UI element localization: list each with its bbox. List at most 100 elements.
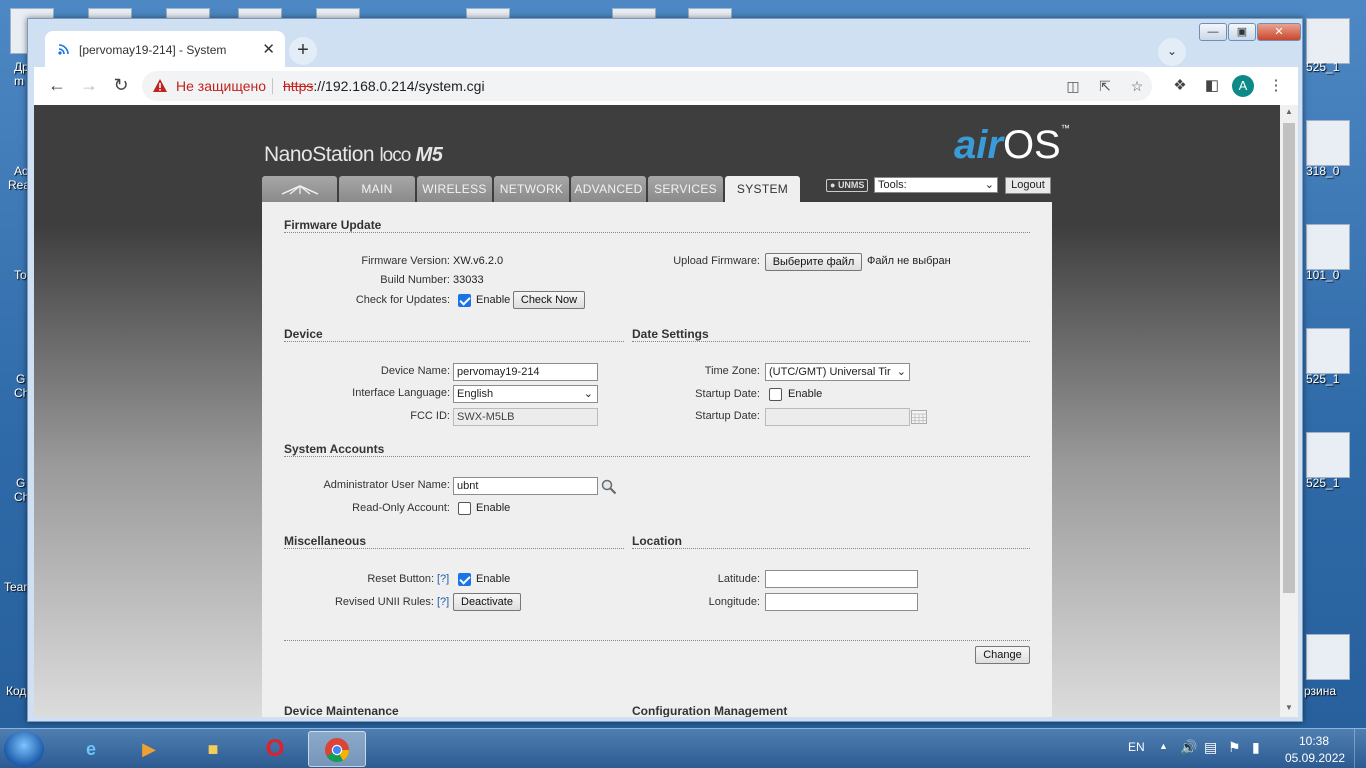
unii-rules-label: Revised UNII Rules: <box>334 596 434 608</box>
back-icon[interactable]: ← <box>45 74 69 98</box>
startup-date-label: Startup Date: <box>695 410 760 422</box>
startup-date-checkbox[interactable] <box>769 388 782 401</box>
desktop-icon[interactable] <box>1306 328 1350 374</box>
new-tab-button[interactable]: + <box>289 37 317 65</box>
browser-tab[interactable]: [pervomay19-214] - System ✕ <box>45 31 285 67</box>
browser-toolbar: ← → ↻ Не защищено https://192.168.0.214/… <box>34 67 1298 105</box>
reload-icon[interactable]: ↻ <box>109 74 133 98</box>
opera-icon[interactable]: O <box>246 731 304 767</box>
vertical-scrollbar[interactable]: ▲ ▼ <box>1280 105 1298 717</box>
close-tab-icon[interactable]: ✕ <box>262 40 275 58</box>
section-configuration-management: Configuration Management <box>632 704 788 717</box>
interface-language-select[interactable]: English ⌄ <box>453 385 598 403</box>
tab-logo[interactable] <box>262 176 337 202</box>
longitude-input[interactable] <box>765 593 918 611</box>
desktop-icon[interactable] <box>1306 120 1350 166</box>
forward-icon[interactable]: → <box>77 74 101 98</box>
tools-select-value: Tools: <box>878 179 907 191</box>
minimize-button[interactable]: — <box>1199 23 1227 41</box>
tab-search-button[interactable]: ⌄ <box>1158 38 1186 66</box>
firmware-version-label: Firmware Version: <box>361 255 450 267</box>
check-updates-label: Check for Updates: <box>355 294 450 306</box>
media-player-icon[interactable]: ▶ <box>120 731 178 767</box>
device-name-input[interactable]: pervomay19-214 <box>453 363 598 381</box>
change-button[interactable]: Change <box>975 646 1030 664</box>
upload-firmware-label: Upload Firmware: <box>673 255 760 267</box>
menu-icon[interactable]: ⋮ <box>1266 76 1286 96</box>
profile-avatar[interactable]: A <box>1232 75 1254 97</box>
fcc-id-label: FCC ID: <box>410 410 450 422</box>
bookmark-star-icon[interactable]: ☆ <box>1128 77 1146 95</box>
unms-badge[interactable]: ● UNMS <box>826 179 869 192</box>
show-hidden-icons[interactable]: ▲ <box>1159 741 1168 751</box>
action-center-flag-icon[interactable]: ⚑ <box>1228 739 1241 756</box>
close-window-button[interactable]: ✕ <box>1257 23 1301 41</box>
tab-strip: [pervomay19-214] - System ✕ + ⌄ — ▣ ✕ <box>28 19 1302 67</box>
check-updates-checkbox[interactable] <box>458 294 471 307</box>
interface-language-label: Interface Language: <box>352 387 450 399</box>
choose-file-button[interactable]: Выберите файл <box>765 253 862 271</box>
unii-help-link[interactable]: [?] <box>437 596 449 608</box>
search-key-icon[interactable] <box>601 479 617 495</box>
read-only-label: Read-Only Account: <box>352 502 450 514</box>
power-icon[interactable]: ▮ <box>1252 739 1260 756</box>
scrollbar-thumb[interactable] <box>1283 123 1295 593</box>
desktop-label: Код <box>6 684 27 698</box>
time-zone-select[interactable]: (UTC/GMT) Universal Tir ⌄ <box>765 363 910 381</box>
deactivate-button[interactable]: Deactivate <box>453 593 521 611</box>
admin-user-input[interactable]: ubnt <box>453 477 598 495</box>
maximize-button[interactable]: ▣ <box>1228 23 1256 41</box>
network-icon[interactable]: ▤ <box>1204 739 1217 756</box>
desktop-icon[interactable] <box>1306 432 1350 478</box>
reset-button-label: Reset Button: <box>367 573 434 585</box>
input-language[interactable]: EN <box>1128 740 1145 754</box>
desktop-label: рзина <box>1304 684 1337 698</box>
no-file-chosen: Файл не выбран <box>867 255 951 267</box>
recycle-bin-icon[interactable] <box>1306 634 1350 680</box>
tab-wireless[interactable]: WIRELESS <box>417 176 492 202</box>
extensions-icon[interactable]: ❖ <box>1170 76 1190 96</box>
address-bar[interactable]: Не защищено https://192.168.0.214/system… <box>142 71 1152 101</box>
reset-help-link[interactable]: [?] <box>437 573 449 585</box>
clock-time[interactable]: 10:38 <box>1299 734 1329 748</box>
logout-button[interactable]: Logout <box>1005 177 1051 194</box>
translate-icon[interactable]: ◫ <box>1064 77 1082 95</box>
latitude-input[interactable] <box>765 570 918 588</box>
tab-main[interactable]: MAIN <box>339 176 415 202</box>
start-button[interactable] <box>4 731 44 767</box>
product-variant: loco <box>379 145 411 166</box>
calendar-icon[interactable] <box>911 410 927 424</box>
system-panel: Firmware Update Firmware Version: XW.v6.… <box>262 202 1052 717</box>
read-only-checkbox[interactable] <box>458 502 471 515</box>
check-now-button[interactable]: Check Now <box>513 291 585 309</box>
show-desktop-button[interactable] <box>1354 729 1366 768</box>
scroll-down-icon[interactable]: ▼ <box>1280 703 1298 717</box>
chrome-icon[interactable] <box>308 731 366 767</box>
volume-icon[interactable]: 🔊 <box>1180 739 1197 756</box>
desktop-label: 318_0 <box>1306 164 1340 178</box>
tools-select[interactable]: Tools: ⌄ <box>874 177 998 193</box>
reset-button-checkbox[interactable] <box>458 573 471 586</box>
url-text[interactable]: https://192.168.0.214/system.cgi <box>283 78 485 94</box>
read-only-enable: Enable <box>476 502 511 514</box>
section-device: Device <box>284 327 323 341</box>
section-system-accounts: System Accounts <box>284 442 385 456</box>
clock-date[interactable]: 05.09.2022 <box>1285 751 1345 765</box>
share-icon[interactable]: ⇱ <box>1096 77 1114 95</box>
tab-advanced[interactable]: ADVANCED <box>571 176 646 202</box>
section-firmware-update: Firmware Update <box>284 218 382 232</box>
scroll-up-icon[interactable]: ▲ <box>1280 107 1298 121</box>
chevron-down-icon: ⌄ <box>583 388 593 400</box>
security-label[interactable]: Не защищено <box>176 78 266 94</box>
startup-date-enable-label: Startup Date: <box>695 388 760 400</box>
tab-services[interactable]: SERVICES <box>648 176 723 202</box>
desktop-icon[interactable] <box>1306 18 1350 64</box>
internet-explorer-icon[interactable]: e <box>62 731 120 767</box>
tab-title: [pervomay19-214] - System <box>79 43 227 57</box>
desktop-icon[interactable] <box>1306 224 1350 270</box>
tab-network[interactable]: NETWORK <box>494 176 569 202</box>
file-explorer-icon[interactable]: ■ <box>184 731 242 767</box>
section-miscellaneous: Miscellaneous <box>284 534 367 548</box>
tab-system[interactable]: SYSTEM <box>725 176 800 204</box>
side-panel-icon[interactable]: ◧ <box>1202 76 1222 96</box>
